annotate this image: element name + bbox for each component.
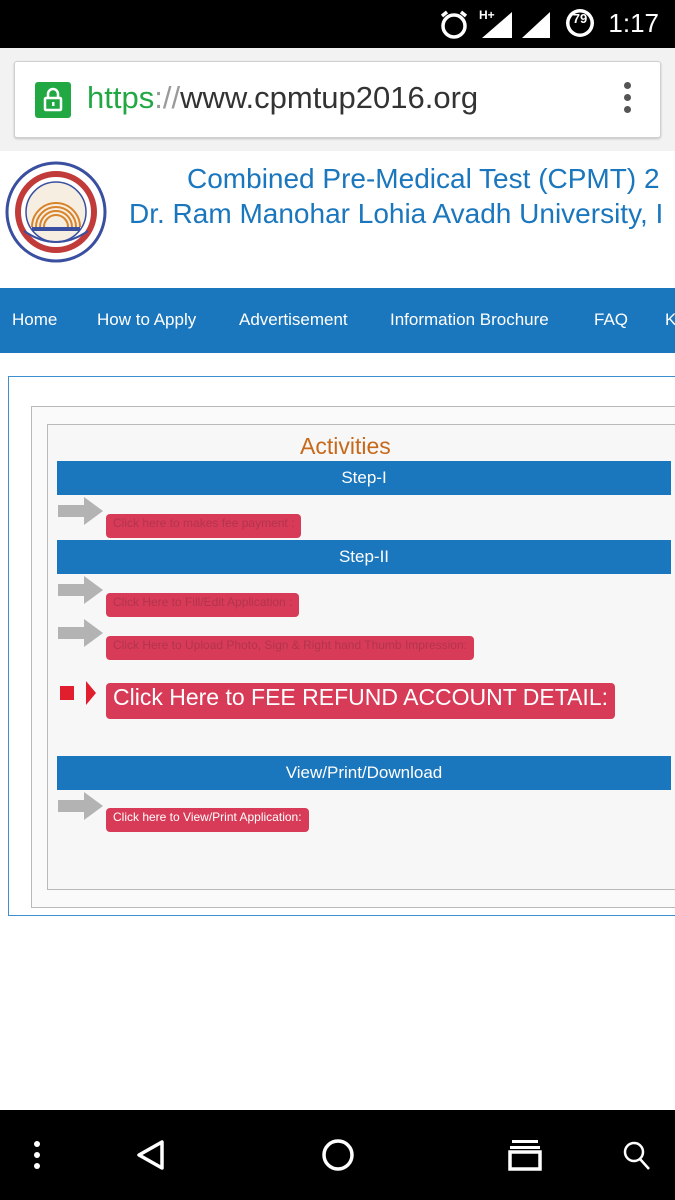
url-separator: ://	[154, 80, 181, 115]
arrow-right-icon	[58, 619, 103, 647]
view-print-application-link[interactable]: Click here to View/Print Application:	[106, 808, 309, 832]
lock-icon[interactable]	[35, 82, 71, 118]
nav-item-advertisement[interactable]: Advertisement	[239, 310, 348, 330]
fill-edit-application-link[interactable]: Click Here to Fill/Edit Application :	[106, 593, 300, 617]
activities-heading: Activities	[300, 433, 391, 459]
fee-refund-link[interactable]: Click Here to FEE REFUND ACCOUNT DETAIL:	[106, 683, 616, 719]
battery-level: 79	[572, 11, 588, 26]
university-seal-icon	[5, 161, 107, 263]
menu-dots-icon[interactable]	[30, 1140, 44, 1170]
header-title: Combined Pre-Medical Test (CPMT) 2	[187, 163, 660, 194]
arrow-right-icon	[58, 576, 103, 604]
clock-time: 1:17	[608, 8, 659, 38]
nav-item-faq[interactable]: FAQ	[594, 310, 628, 330]
android-navigation-bar	[0, 1110, 675, 1200]
step-1-header: Step-I	[57, 461, 671, 495]
signal-icon	[482, 12, 512, 38]
alarm-icon	[440, 10, 468, 39]
url-scheme: https	[87, 80, 155, 115]
home-icon[interactable]	[320, 1137, 356, 1173]
header-subtitle: Dr. Ram Manohar Lohia Avadh University, …	[129, 198, 664, 229]
back-icon[interactable]	[134, 1138, 168, 1172]
upload-photo-link[interactable]: Click Here to Upload Photo, Sign & Right…	[106, 636, 474, 660]
search-icon[interactable]	[622, 1140, 652, 1172]
view-print-download-header: View/Print/Download	[57, 756, 671, 790]
arrow-right-icon	[58, 497, 103, 525]
recents-icon[interactable]	[507, 1138, 543, 1172]
address-bar[interactable]: https://www.cpmtup2016.org	[14, 61, 661, 138]
url-host: www.cpmtup2016.org	[180, 80, 479, 115]
main-nav: Home How to Apply Advertisement Informat…	[0, 288, 675, 353]
browser-toolbar: https://www.cpmtup2016.org	[0, 48, 675, 151]
url-text[interactable]: https://www.cpmtup2016.org	[87, 80, 478, 116]
nav-item-k[interactable]: K	[665, 310, 675, 330]
red-arrow-icon	[60, 681, 96, 705]
nav-item-information-brochure[interactable]: Information Brochure	[390, 310, 549, 330]
nav-item-home[interactable]: Home	[12, 310, 57, 330]
kebab-menu-icon[interactable]	[622, 82, 632, 118]
fee-payment-link[interactable]: Click here to makes fee payment :	[106, 514, 302, 538]
arrow-right-icon	[58, 792, 103, 820]
site-header: Combined Pre-Medical Test (CPMT) 2 Dr. R…	[0, 151, 675, 288]
signal-icon	[522, 12, 550, 38]
status-bar: H+ 79 1:17	[0, 0, 675, 48]
step-2-header: Step-II	[57, 540, 671, 574]
nav-item-how-to-apply[interactable]: How to Apply	[97, 310, 196, 330]
